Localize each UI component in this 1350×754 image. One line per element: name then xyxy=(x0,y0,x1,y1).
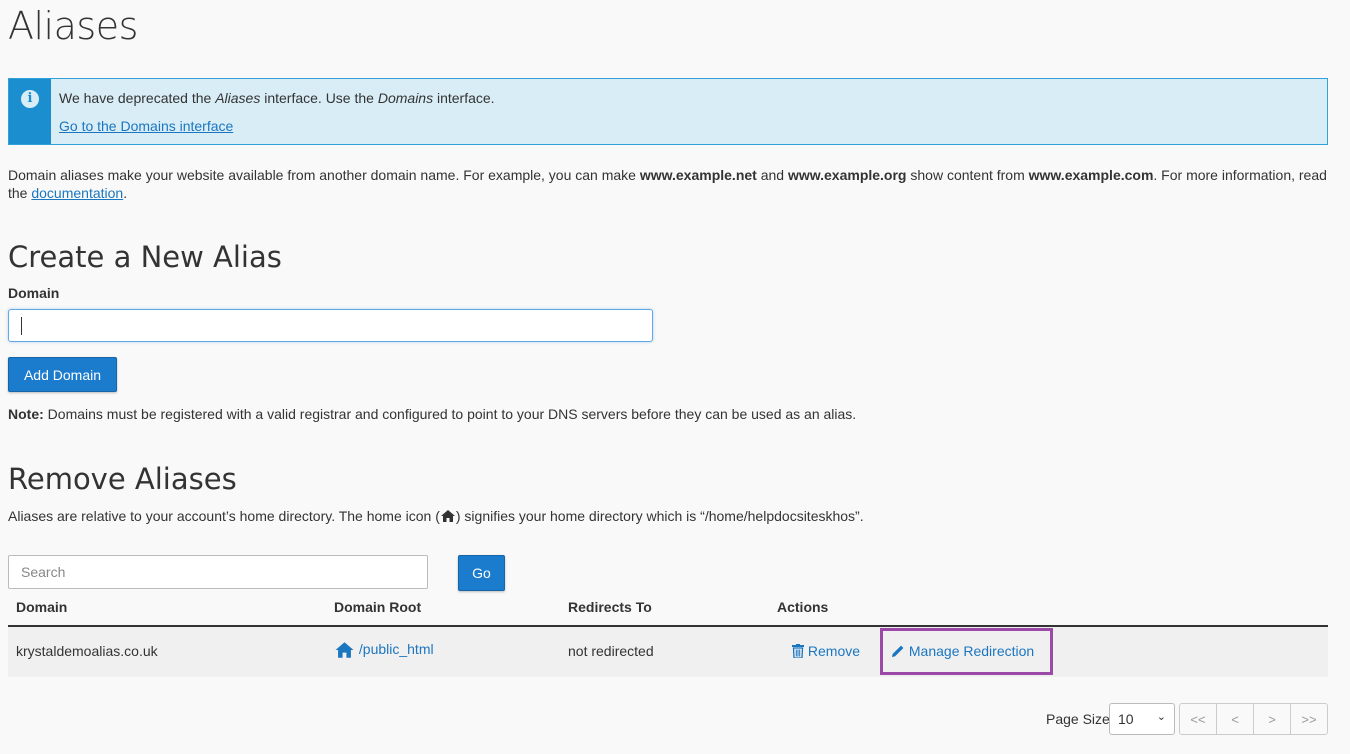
domain-root-link[interactable]: /public_html xyxy=(334,641,434,659)
intro-bold-2: www.example.org xyxy=(787,167,907,183)
notice-text-1: We have deprecated the xyxy=(59,90,216,106)
page-size-value: 10 xyxy=(1118,711,1134,727)
domains-interface-link[interactable]: Go to the Domains interface xyxy=(59,118,233,134)
remove-aliases-heading: Remove Aliases xyxy=(8,462,237,496)
aliases-desc-pre: Aliases are relative to your account’s h… xyxy=(8,508,440,524)
domain-label: Domain xyxy=(8,285,60,301)
remove-label: Remove xyxy=(807,643,861,659)
manage-redirection-label: Manage Redirection xyxy=(908,643,1035,659)
aliases-desc-post: ) signifies your home directory which is… xyxy=(455,508,864,524)
home-icon xyxy=(440,509,455,522)
notice-em-domains: Domains xyxy=(377,90,434,106)
chevron-down-icon: ⌄ xyxy=(1156,711,1166,723)
deprecation-notice: i We have deprecated the Aliases interfa… xyxy=(8,78,1328,145)
search-input[interactable] xyxy=(8,555,428,589)
page-title: Aliases xyxy=(8,4,138,48)
column-header-actions: Actions xyxy=(777,599,829,615)
go-button[interactable]: Go xyxy=(458,555,505,591)
domain-root-text: /public_html xyxy=(358,641,434,657)
manage-redirection-button[interactable]: Manage Redirection xyxy=(891,643,1034,659)
notice-message: We have deprecated the Aliases interface… xyxy=(59,90,495,106)
trash-icon xyxy=(792,643,804,658)
column-header-domain-root[interactable]: Domain Root xyxy=(334,599,421,615)
table-row xyxy=(8,627,1328,677)
create-alias-heading: Create a New Alias xyxy=(8,240,282,274)
add-domain-button[interactable]: Add Domain xyxy=(8,357,117,392)
intro-text: Domain aliases make your website availab… xyxy=(8,166,1328,202)
column-header-redirects-to[interactable]: Redirects To xyxy=(568,599,652,615)
next-page-button[interactable]: > xyxy=(1254,704,1291,734)
notice-em-aliases: Aliases xyxy=(215,90,261,106)
intro-part-3: show content from xyxy=(906,167,1029,183)
notice-text-3: interface. xyxy=(433,90,495,106)
previous-page-button[interactable]: < xyxy=(1217,704,1254,734)
domain-input[interactable] xyxy=(8,309,653,342)
page-size-select[interactable]: 10 ⌄ xyxy=(1109,703,1175,735)
note-label: Note: xyxy=(8,406,44,422)
intro-part-5: . xyxy=(123,185,128,201)
note-text: Note: Domains must be registered with a … xyxy=(8,406,856,422)
text-caret xyxy=(21,317,22,335)
info-icon: i xyxy=(21,90,39,108)
note-body: Domains must be registered with a valid … xyxy=(43,406,857,422)
remove-alias-button[interactable]: Remove xyxy=(792,643,860,659)
column-header-domain[interactable]: Domain xyxy=(16,599,67,615)
notice-sidebar: i xyxy=(9,79,51,144)
intro-part-2: and xyxy=(756,167,788,183)
aliases-description: Aliases are relative to your account’s h… xyxy=(8,508,864,524)
pagination-controls: << < > >> xyxy=(1179,703,1328,735)
intro-part-1: Domain aliases make your website availab… xyxy=(8,167,640,183)
intro-bold-3: www.example.com xyxy=(1028,167,1154,183)
notice-text-2: interface. Use the xyxy=(260,90,378,106)
alias-domain-cell: krystaldemoalias.co.uk xyxy=(16,643,158,659)
first-page-button[interactable]: << xyxy=(1180,704,1217,734)
intro-bold-1: www.example.net xyxy=(639,167,757,183)
home-icon xyxy=(335,642,354,659)
redirects-to-cell: not redirected xyxy=(568,643,654,659)
pencil-icon xyxy=(892,645,904,657)
last-page-button[interactable]: >> xyxy=(1291,704,1327,734)
page-size-label: Page Size xyxy=(1046,711,1110,727)
documentation-link[interactable]: documentation xyxy=(31,185,123,201)
